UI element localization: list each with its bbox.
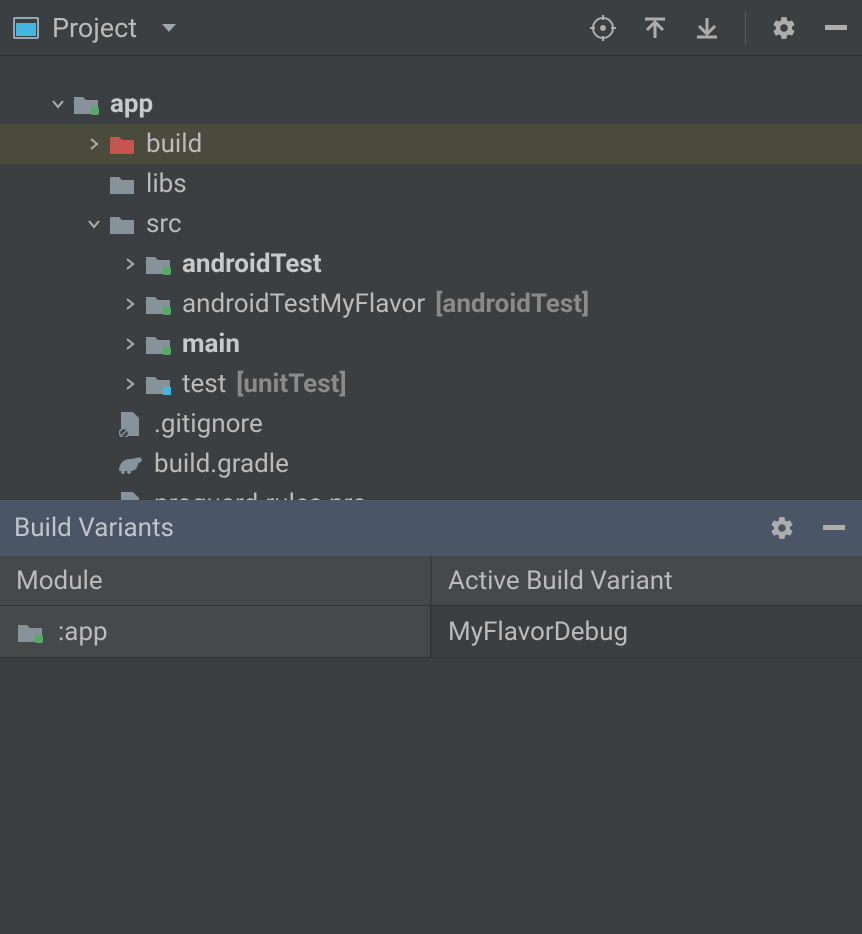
column-header-variant-label: Active Build Variant <box>448 566 673 596</box>
settings-icon[interactable] <box>770 14 798 42</box>
tree-row-proguard[interactable]: proguard-rules.pro <box>0 484 862 500</box>
empty-area <box>0 658 862 934</box>
project-panel-header: Project <box>0 0 862 56</box>
chevron-right-icon[interactable] <box>116 336 144 352</box>
tree-label-libs: libs <box>146 169 187 199</box>
tree-label-buildgradle: build.gradle <box>154 449 289 479</box>
test-folder-icon <box>144 250 172 278</box>
table-header-row: Module Active Build Variant <box>0 556 862 606</box>
tree-label-src: src <box>146 209 182 239</box>
cell-module-label: :app <box>58 617 108 647</box>
build-variants-header: Build Variants <box>0 500 862 556</box>
view-dropdown-icon[interactable] <box>155 14 183 42</box>
chevron-down-icon[interactable] <box>44 96 72 112</box>
tree-row-androidtestmyflavor[interactable]: androidTestMyFlavor [androidTest] <box>0 284 862 324</box>
source-folder-icon <box>144 330 172 358</box>
tree-label-androidtestmyflavor: androidTestMyFlavor <box>182 289 425 319</box>
column-header-variant[interactable]: Active Build Variant <box>432 556 862 605</box>
settings-icon[interactable] <box>768 514 796 542</box>
chevron-down-icon[interactable] <box>80 216 108 232</box>
tree-label-app: app <box>110 89 153 119</box>
hide-panel-icon[interactable] <box>822 14 850 42</box>
tree-label-androidtest: androidTest <box>182 249 322 279</box>
cell-module[interactable]: :app <box>0 606 432 657</box>
tree-row-gitignore[interactable]: .gitignore <box>0 404 862 444</box>
cell-variant[interactable]: MyFlavorDebug <box>432 606 862 657</box>
test-folder-icon <box>144 290 172 318</box>
tree-suffix-androidtestmyflavor: [androidTest] <box>435 289 589 319</box>
expand-all-icon[interactable] <box>641 14 669 42</box>
tree-suffix-test: [unitTest] <box>236 369 346 399</box>
tree-row-app[interactable]: app <box>0 84 862 124</box>
tree-label-build: build <box>146 129 202 159</box>
chevron-right-icon[interactable] <box>80 136 108 152</box>
build-variants-title: Build Variants <box>14 513 174 543</box>
tree-label-test: test <box>182 369 226 399</box>
chevron-right-icon[interactable] <box>116 256 144 272</box>
column-header-module[interactable]: Module <box>0 556 432 605</box>
tree-row-test[interactable]: test [unitTest] <box>0 364 862 404</box>
tree-row-buildgradle[interactable]: build.gradle <box>0 444 862 484</box>
project-view-icon[interactable] <box>12 14 40 42</box>
excluded-folder-icon <box>108 130 136 158</box>
build-variants-table: Module Active Build Variant :app MyFlavo… <box>0 556 862 658</box>
table-row[interactable]: :app MyFlavorDebug <box>0 606 862 658</box>
tree-label-main: main <box>182 329 240 359</box>
module-icon <box>16 618 44 646</box>
cell-variant-label: MyFlavorDebug <box>448 617 628 647</box>
folder-icon <box>108 210 136 238</box>
module-folder-icon <box>72 90 100 118</box>
tree-row-clipped[interactable] <box>0 56 862 84</box>
tree-label-gitignore: .gitignore <box>154 409 263 439</box>
file-icon <box>116 410 144 438</box>
tree-row-build[interactable]: build <box>0 124 862 164</box>
toolbar-divider <box>745 12 746 44</box>
tree-row-src[interactable]: src <box>0 204 862 244</box>
collapse-all-icon[interactable] <box>693 14 721 42</box>
test-folder-icon <box>144 370 172 398</box>
tree-row-main[interactable]: main <box>0 324 862 364</box>
gradle-icon <box>116 450 144 478</box>
project-panel-title: Project <box>52 12 137 44</box>
file-icon <box>116 490 144 500</box>
chevron-right-icon[interactable] <box>116 376 144 392</box>
project-tree[interactable]: app build libs src <box>0 56 862 500</box>
tree-row-androidtest[interactable]: androidTest <box>0 244 862 284</box>
tree-label-proguard: proguard-rules.pro <box>154 489 367 500</box>
chevron-right-icon[interactable] <box>116 296 144 312</box>
locate-icon[interactable] <box>589 14 617 42</box>
column-header-module-label: Module <box>16 566 103 596</box>
folder-icon <box>108 170 136 198</box>
hide-panel-icon[interactable] <box>820 514 848 542</box>
tree-row-libs[interactable]: libs <box>0 164 862 204</box>
